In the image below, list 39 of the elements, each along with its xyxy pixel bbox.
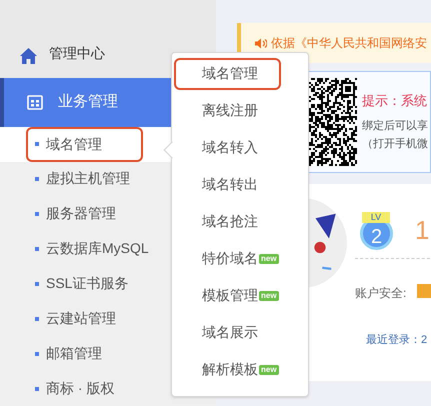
sidebar-item[interactable]: 虚拟主机管理 xyxy=(28,163,140,194)
tip-title: 提示：系统 xyxy=(362,92,428,110)
bullet-icon xyxy=(35,352,39,356)
bullet-icon xyxy=(35,282,39,286)
level-ribbon: LV xyxy=(362,212,390,223)
notice-text: 依据《中华人民共和国网络安 xyxy=(271,35,427,52)
user-name: 1 xyxy=(415,217,430,243)
menu-item[interactable]: 域名转出 xyxy=(176,170,258,198)
menu-item[interactable]: 特价域名 new xyxy=(176,244,279,272)
bullet-icon xyxy=(35,176,39,181)
bullet-icon xyxy=(35,386,39,391)
bullet-icon xyxy=(35,142,39,146)
bullet-icon xyxy=(35,316,39,321)
tip-text: （打开手机微 xyxy=(362,136,428,152)
security-label: 账户安全: xyxy=(355,285,406,302)
grid-icon xyxy=(27,94,43,110)
sidebar-item[interactable]: 云建站管理 xyxy=(28,303,126,334)
menu-item[interactable]: 域名转入 xyxy=(176,134,258,162)
sidebar-item[interactable]: 云数据库MySQL xyxy=(28,233,159,264)
menu-item[interactable]: 解析模板 new xyxy=(176,356,279,384)
tip-text: 绑定后可以享 xyxy=(362,118,428,134)
sidebar-item[interactable]: 邮箱管理 xyxy=(28,338,112,370)
home-link[interactable]: 管理中心 xyxy=(49,43,105,64)
sidebar-item[interactable]: 服务器管理 xyxy=(28,198,126,230)
sidebar-item[interactable]: SSL证书服务 xyxy=(28,268,138,300)
menu-item[interactable]: 模板管理 new xyxy=(176,282,279,310)
sidebar-item[interactable]: 商标 · 版权 xyxy=(28,373,124,404)
home-icon xyxy=(20,48,37,64)
bullet-icon xyxy=(35,246,39,251)
speaker-icon xyxy=(255,38,267,48)
menu-item[interactable]: 域名展示 xyxy=(176,318,258,346)
menu-item[interactable]: 域名抢注 xyxy=(176,208,258,236)
security-bar xyxy=(417,284,431,298)
new-badge: new xyxy=(259,364,279,374)
last-login-text: 最近登录：2 xyxy=(366,333,428,348)
new-badge: new xyxy=(259,254,279,264)
bullet-icon xyxy=(35,212,39,216)
new-badge: new xyxy=(259,290,279,300)
sidebar-item[interactable]: 域名管理 xyxy=(28,128,141,160)
